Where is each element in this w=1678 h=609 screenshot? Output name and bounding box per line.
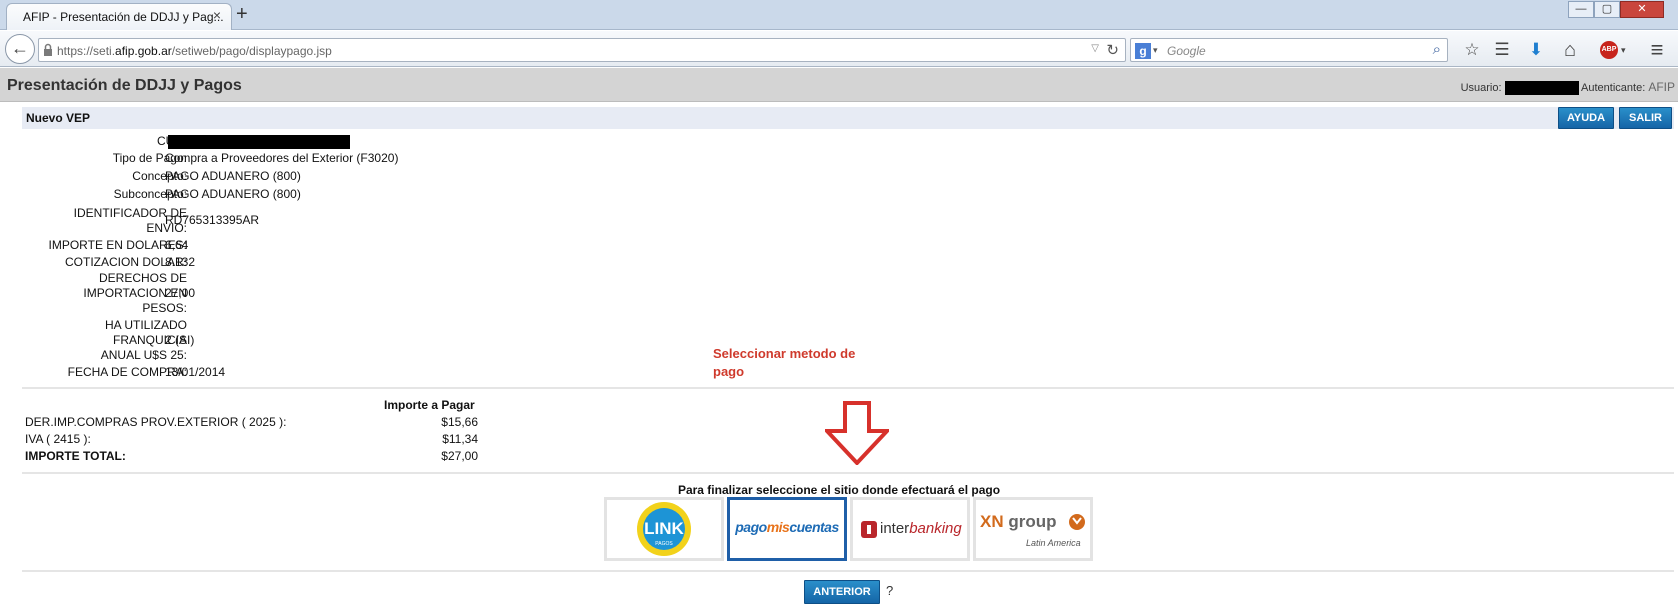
reload-icon[interactable]: ↻ [1106,41,1119,59]
home-icon[interactable]: ⌂ [1558,39,1582,61]
search-input[interactable]: Google [1167,44,1206,58]
close-window-button[interactable]: ✕ [1620,1,1664,18]
url-text[interactable]: https://seti.afip.gob.ar/setiweb/pago/di… [57,44,332,58]
search-bar[interactable]: g ▾ Google ⌕ [1130,38,1448,62]
adblock-dropdown-icon[interactable]: ▾ [1621,45,1626,56]
interbanking-logo-icon [861,521,877,538]
payment-option-pagomiscuentas[interactable]: pagomiscuentas [727,497,847,561]
vep-title-bar: Nuevo VEP [22,107,1674,129]
window-controls: — ▢ ✕ [1568,1,1664,19]
payment-instructions: Para finalizar seleccione el sitio donde… [677,483,1001,497]
amount-value: $11,34 [442,432,478,446]
detail-value: PAGO ADUANERO (800) [165,169,301,183]
detail-value: PAGO ADUANERO (800) [165,187,301,201]
user-info: Usuario: Autenticante: AFIP [1460,80,1675,96]
exit-button[interactable]: SALIR [1619,107,1672,129]
adblock-icon[interactable]: ABP [1600,41,1618,59]
payment-option-link[interactable]: LINK PAGOS [604,497,724,561]
help-question-link[interactable]: ? [886,583,893,598]
auth-label: Autenticante: [1581,82,1646,94]
help-button[interactable]: AYUDA [1558,107,1614,129]
payment-option-interbanking[interactable]: interbanking [850,497,970,561]
xn-group-logo-sub: Latin America [1026,538,1081,548]
new-tab-button[interactable]: + [236,2,248,26]
back-page-button[interactable]: ANTERIOR [804,580,880,604]
download-icon[interactable]: ⬇ [1524,39,1548,61]
detail-value: RD765313395AR [165,213,260,227]
lock-icon [44,43,52,56]
menu-icon[interactable]: ≡ [1645,39,1669,61]
tab-title: AFIP - Presentación de DDJJ y Pag... [23,10,224,24]
total-value: $27,00 [441,449,478,463]
minimize-button[interactable]: — [1568,1,1594,18]
detail-value: Compra a Proveedores del Exterior (F3020… [165,151,399,165]
interbanking-logo-text: interbanking [880,520,962,537]
detail-value: 8.132 [165,255,196,269]
amount-label: IVA ( 2415 ): [25,432,91,446]
search-icon[interactable]: ⌕ [1433,41,1441,58]
bookmarks-list-icon[interactable]: ☰ [1490,39,1514,61]
detail-value: 6,64 [165,238,189,252]
detail-value: 27,00 [165,286,196,300]
xn-group-logo-text: XN group [980,512,1057,531]
user-label: Usuario: [1460,82,1502,94]
annotation-text: Seleccionar metodo de pago [713,346,856,379]
link-logo-text: LINK [644,519,684,538]
amount-value: $15,66 [441,415,478,429]
xn-group-logo-icon [1069,514,1085,530]
bookmark-star-icon[interactable]: ☆ [1460,39,1484,61]
down-arrow-icon [825,401,889,465]
back-button[interactable]: ← [5,34,35,64]
tab-close-icon[interactable]: × [213,7,221,23]
amount-header: Importe a Pagar [384,398,475,412]
divider [22,387,1674,389]
payment-option-xn-group[interactable]: XN group Latin America [973,497,1093,561]
detail-label: FECHA DE COMPRA: [67,365,187,379]
detail-label: CUIT: [17,134,187,149]
page-title: Presentación de DDJJ y Pagos [7,77,242,94]
auth-value: AFIP [1648,80,1675,94]
page-header: Presentación de DDJJ y Pagos Usuario: Au… [0,68,1678,102]
url-bar[interactable]: https://seti.afip.gob.ar/setiweb/pago/di… [38,38,1126,62]
browser-tab[interactable]: AFIP - Presentación de DDJJ y Pag... × [6,3,232,30]
detail-label: COTIZACION DOLAR: [64,255,187,269]
detail-value: 2 (SI) [165,333,195,347]
divider [22,472,1674,474]
divider [22,570,1674,572]
detail-value: 13/01/2014 [165,365,226,379]
vep-title: Nuevo VEP [26,111,91,125]
cuit-redacted [168,135,350,149]
detail-label: IMPORTE EN DOLARES: [48,238,187,252]
link-logo-sub: PAGOS [655,541,673,547]
url-dropdown-icon[interactable]: ▽ [1091,43,1099,54]
user-redacted [1504,81,1579,96]
pagomiscuentas-logo: pagomiscuentas [735,519,839,535]
detail-label: Subconcepto: [113,187,187,201]
total-label: IMPORTE TOTAL: [25,449,126,463]
tab-strip: AFIP - Presentación de DDJJ y Pag... × +… [0,0,1678,30]
search-engine-dropdown-icon[interactable]: ▾ [1153,45,1158,56]
link-logo-icon: LINK PAGOS [637,502,691,556]
maximize-button[interactable]: ▢ [1594,1,1620,18]
amount-label: DER.IMP.COMPRAS PROV.EXTERIOR ( 2025 ): [25,415,287,429]
nav-toolbar: ← https://seti.afip.gob.ar/setiweb/pago/… [0,31,1678,67]
google-icon[interactable]: g [1135,43,1151,59]
detail-label: Concepto: [132,169,187,183]
detail-label: Tipo de Pago: [112,151,187,165]
